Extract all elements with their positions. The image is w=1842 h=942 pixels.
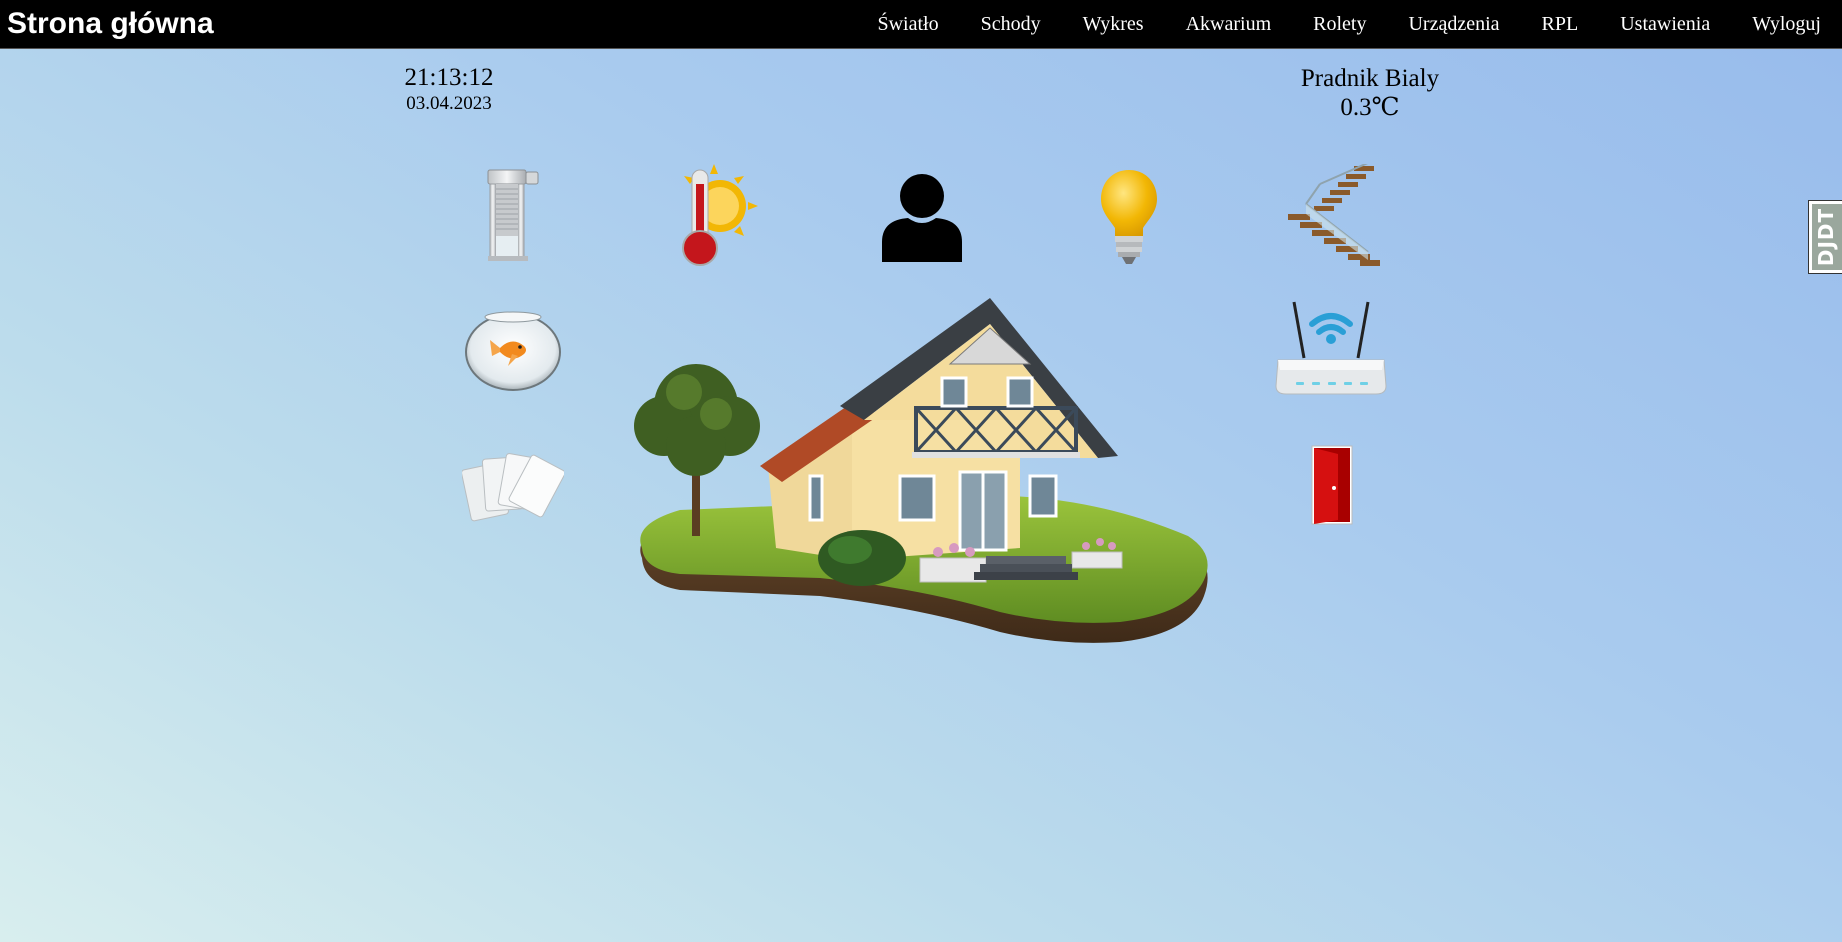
nav-item-ustawienia[interactable]: Ustawienia	[1599, 0, 1731, 48]
top-navbar: Strona główna Światło Schody Wykres Akwa…	[0, 0, 1842, 49]
main-nav: Światło Schody Wykres Akwarium Rolety Ur…	[856, 0, 1842, 48]
debug-toolbar-label: DJDT	[1813, 207, 1838, 267]
wifi-router-icon	[1275, 301, 1387, 395]
tile-user[interactable]	[880, 174, 964, 262]
tile-temperature[interactable]	[670, 164, 758, 268]
tile-stairs[interactable]	[1286, 164, 1382, 268]
stairs-icon	[1288, 164, 1380, 266]
house-illustration	[620, 296, 1214, 668]
nav-item-wyloguj[interactable]: Wyloguj	[1731, 0, 1842, 48]
nav-item-rolety[interactable]: Rolety	[1292, 0, 1387, 48]
tile-light[interactable]	[1098, 168, 1160, 266]
nav-item-urzadzenia[interactable]: Urządzenia	[1387, 0, 1520, 48]
house-illustration-svg	[634, 298, 1208, 643]
nav-item-wykres[interactable]: Wykres	[1062, 0, 1165, 48]
tile-roller-blinds[interactable]	[478, 166, 544, 264]
clock-widget: 21:13:12 03.04.2023	[390, 63, 508, 115]
fishbowl-icon	[465, 311, 561, 391]
page-title[interactable]: Strona główna	[7, 7, 214, 41]
weather-temperature: 0.3℃	[1340, 94, 1400, 121]
tile-aquarium[interactable]	[464, 308, 562, 392]
rfid-cards-icon	[462, 453, 564, 522]
light-bulb-icon	[1101, 170, 1157, 264]
debug-toolbar-handle[interactable]: DJDT	[1808, 200, 1842, 274]
clock-time: 21:13:12	[404, 64, 494, 91]
clock-date: 03.04.2023	[406, 93, 492, 114]
tile-logout[interactable]	[1308, 444, 1356, 528]
weather-location: Pradnik Bialy	[1300, 65, 1440, 92]
weather-widget: Pradnik Bialy 0.3℃	[1270, 64, 1470, 122]
nav-item-akwarium[interactable]: Akwarium	[1165, 0, 1293, 48]
tile-devices[interactable]	[1272, 298, 1390, 404]
tile-cards[interactable]	[462, 446, 564, 526]
thermometer-sun-icon	[682, 164, 758, 266]
roller-blind-icon	[487, 169, 539, 261]
nav-item-swiatlo[interactable]: Światło	[856, 0, 959, 48]
door-icon	[1311, 445, 1353, 525]
nav-item-rpl[interactable]: RPL	[1521, 0, 1600, 48]
nav-item-schody[interactable]: Schody	[960, 0, 1062, 48]
user-icon	[882, 174, 962, 262]
